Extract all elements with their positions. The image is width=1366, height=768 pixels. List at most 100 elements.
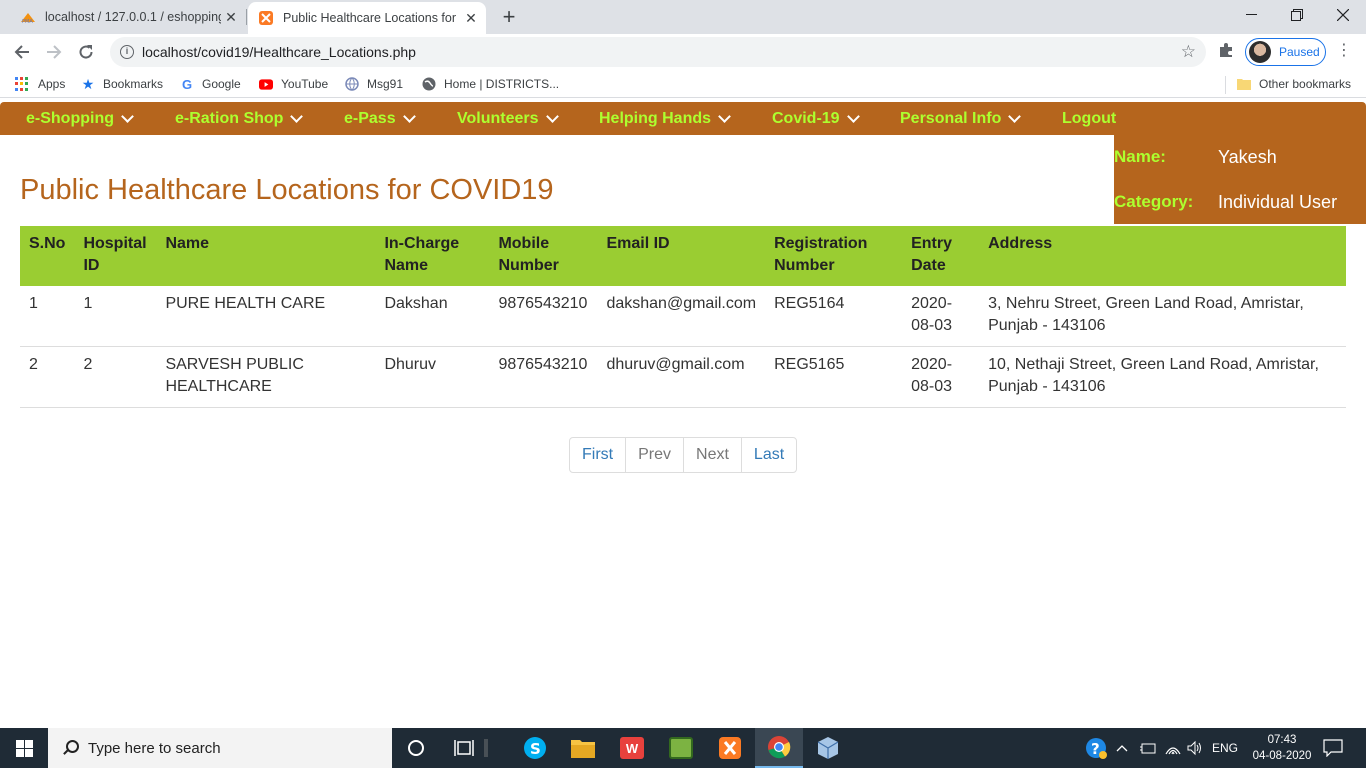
user-name-label: Name: [1114,147,1166,166]
chevron-down-icon [121,109,134,123]
new-tab-button[interactable]: + [497,6,521,30]
svg-text:?: ? [1091,740,1100,758]
nav-label: Logout [1062,109,1117,127]
tab-separator [246,9,247,25]
minimize-icon[interactable] [1228,0,1274,30]
restore-icon[interactable] [1274,0,1320,30]
browser-tab-strip: PMA localhost / 127.0.0.1 / eshopping ✕ … [0,0,1366,34]
xampp-icon [258,10,274,26]
cell-hospital-id: 2 [74,346,157,408]
chevron-down-icon [290,109,304,123]
user-info-panel: Name: Yakesh Category: Individual User [1114,135,1366,224]
back-arrow-icon[interactable] [8,38,36,66]
bookmark-star-icon[interactable]: ☆ [1181,42,1196,62]
bookmark-other[interactable]: Other bookmarks [1237,74,1351,94]
tab-phpmyadmin[interactable]: PMA localhost / 127.0.0.1 / eshopping ✕ [0,0,246,34]
evernote-icon[interactable] [657,728,705,768]
column-header-registration-number: Registration Number [765,226,903,286]
profile-button[interactable]: Paused [1245,38,1326,66]
tab-healthcare-locations[interactable]: Public Healthcare Locations for C ✕ [248,2,486,34]
close-icon[interactable]: ✕ [464,10,478,26]
globe-icon [345,77,359,91]
bookmark-google[interactable]: G Google [180,74,241,94]
globe-icon [422,77,436,91]
nav-volunteers[interactable]: Volunteers [457,102,559,135]
column-header-name: Name [156,226,376,286]
bookmark-label: Google [202,77,241,91]
kebab-menu-icon[interactable]: ⋮ [1336,40,1352,62]
nav-label: e-Pass [344,109,396,127]
site-navbar: e-Shopping e-Ration Shop e-Pass Voluntee… [0,102,1366,135]
volume-icon[interactable] [1186,728,1204,768]
cell-email-id: dakshan@gmail.com [597,286,766,347]
windows-start-button[interactable] [0,728,48,768]
bookmark-msg91[interactable]: Msg91 [345,74,403,94]
cell-registration-number: REG5165 [765,346,903,408]
pagination-first[interactable]: First [570,438,625,472]
user-category-value: Individual User [1218,192,1338,212]
user-name-value: Yakesh [1218,147,1277,167]
bookmark-label: Other bookmarks [1259,77,1352,91]
language-indicator[interactable]: ENG [1212,728,1238,768]
tab-title: localhost / 127.0.0.1 / eshopping [45,10,221,24]
xampp-taskbar-icon[interactable] [706,728,754,768]
nav-label: e-Ration Shop [175,109,284,127]
cell-registration-number: REG5164 [765,286,903,347]
nav-logout[interactable]: Logout [1062,102,1116,135]
virtualbox-icon[interactable] [804,728,852,768]
pagination-last[interactable]: Last [740,438,796,472]
search-icon [62,740,79,756]
bookmark-youtube[interactable]: YouTube [259,74,328,94]
help-icon[interactable]: ? [1084,728,1108,768]
cell-mobile-number: 9876543210 [489,346,598,408]
wps-office-icon[interactable]: W [608,728,656,768]
nav-covid-19[interactable]: Covid-19 [772,102,860,135]
file-explorer-icon[interactable] [559,728,607,768]
chevron-down-icon [846,109,860,123]
nav-e-pass[interactable]: e-Pass [344,102,416,135]
extensions-puzzle-icon[interactable] [1216,41,1236,61]
chevron-down-icon [402,109,416,123]
bookmark-districts[interactable]: Home | DISTRICTS... [422,74,559,94]
chrome-icon[interactable] [755,728,803,768]
bookmark-label: Msg91 [367,77,404,91]
forward-arrow-icon[interactable] [40,38,68,66]
skype-icon[interactable]: S [511,728,559,768]
nav-helping-hands[interactable]: Helping Hands [599,102,731,135]
column-header-email-id: Email ID [597,226,766,286]
wifi-icon[interactable] [1164,728,1182,768]
tab-title: Public Healthcare Locations for C [283,11,459,25]
cell-address: 10, Nethaji Street, Green Land Road, Amr… [979,346,1346,408]
nav-label: Personal Info [900,109,1002,127]
close-window-icon[interactable] [1320,0,1366,30]
nav-e-ration-shop[interactable]: e-Ration Shop [175,102,304,135]
bookmark-label: Apps [38,77,66,91]
bookmark-separator [1225,76,1226,94]
taskbar-search-box[interactable]: Type here to search [48,728,392,768]
reload-icon[interactable] [72,38,100,66]
cell-entry-date: 2020-08-03 [902,286,980,347]
youtube-icon [259,77,273,91]
close-icon[interactable]: ✕ [224,9,238,25]
info-icon[interactable]: i [120,45,134,59]
chevron-down-icon [718,109,731,123]
nav-personal-info[interactable]: Personal Info [900,102,1022,135]
nav-e-shopping[interactable]: e-Shopping [26,102,134,135]
battery-icon[interactable] [1139,728,1157,768]
system-clock[interactable]: 07:43 04-08-2020 [1252,732,1312,764]
pagination-next[interactable]: Next [683,438,741,472]
bookmark-label: YouTube [281,77,329,91]
google-icon: G [181,76,193,92]
chevron-down-icon [1008,109,1022,123]
cortana-icon[interactable] [392,728,440,768]
pagination-prev[interactable]: Prev [625,438,683,472]
bookmark-bookmarks[interactable]: ★ Bookmarks [81,74,163,94]
url-text[interactable]: localhost/covid19/Healthcare_Locations.p… [142,44,416,60]
chevron-up-icon[interactable] [1116,728,1128,768]
bookmark-apps[interactable]: Apps [15,74,65,94]
notification-icon[interactable] [1323,728,1343,768]
column-header-entry-date: Entry Date [902,226,980,286]
address-bar[interactable]: i localhost/covid19/Healthcare_Locations… [110,37,1206,67]
cell-address: 3, Nehru Street, Green Land Road, Amrist… [979,286,1346,347]
browser-toolbar: i localhost/covid19/Healthcare_Locations… [0,34,1366,70]
